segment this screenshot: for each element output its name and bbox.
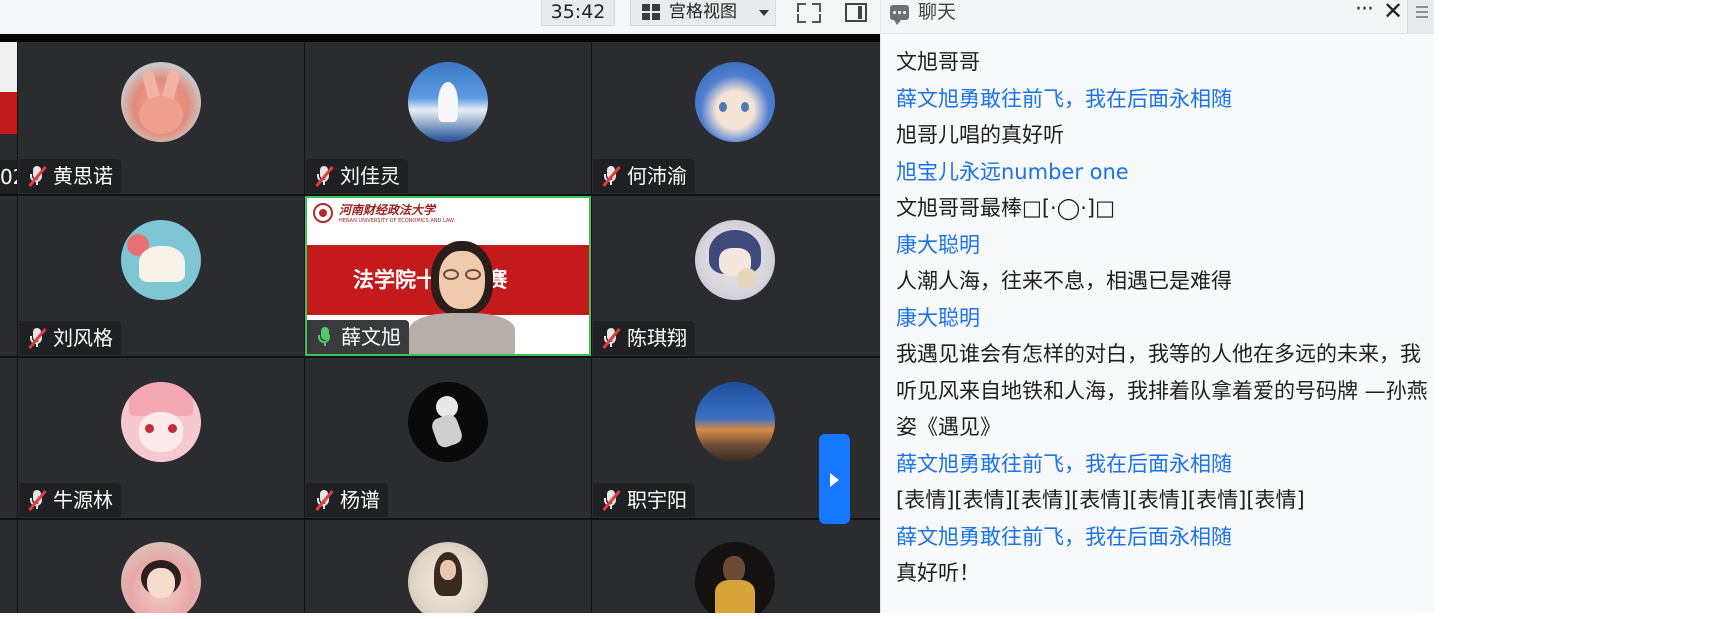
chat-header: 聊天 ··· ✕ (881, 0, 1435, 34)
view-mode-dropdown[interactable]: 宫格视图 (630, 0, 776, 26)
avatar (121, 220, 201, 300)
participant-name: 杨谱 (340, 488, 380, 512)
avatar (408, 62, 488, 142)
chat-message: 薛文旭勇敢往前飞，我在后面永相随 (896, 524, 1232, 549)
avatar (408, 542, 488, 613)
grid-top-edge (0, 34, 880, 42)
avatar (695, 62, 775, 142)
chat-message: 人潮人海，往来不息，相遇已是难得 (896, 269, 1232, 293)
side-panel-toggle-icon[interactable] (845, 3, 867, 22)
participant-tile[interactable]: 牛源林 (18, 358, 304, 518)
meeting-toolbar: 35:42 宫格视图 (0, 0, 880, 35)
mic-muted-icon (315, 165, 334, 188)
chat-message: 我遇见谁会有怎样的对白，我等的人他在多远的未来，我 (896, 342, 1421, 366)
speaker-video (407, 241, 517, 354)
menu-icon[interactable] (1407, 0, 1435, 33)
chat-message: 旭宝儿永远number one (896, 159, 1129, 184)
participant-name-tag: 何沛渝 (593, 159, 695, 193)
participant-name-tag: 刘风格 (19, 321, 121, 355)
chat-message: 旭哥儿唱的真好听 (896, 123, 1064, 147)
participant-name-tag: 陈琪翔 (593, 321, 695, 355)
mic-muted-icon (28, 165, 47, 188)
chat-message: 真好听！ (896, 561, 980, 585)
mic-muted-icon (602, 327, 621, 350)
mic-muted-icon (28, 489, 47, 512)
participant-name: 职宇阳 (627, 488, 687, 512)
chat-message: 薛文旭勇敢往前飞，我在后面永相随 (896, 86, 1232, 111)
chat-panel: 聊天 ··· ✕ 文旭哥哥 薛文旭勇敢往前飞，我在后面永相随 旭哥儿唱的真好听 … (880, 0, 1435, 613)
chat-message: 薛文旭勇敢往前飞，我在后面永相随 (896, 451, 1232, 476)
chat-message: 康大聪明 (896, 232, 980, 257)
chat-message: 听见风来自地铁和人海，我排着队拿着爱的号码牌 —孙燕 (896, 378, 1428, 403)
avatar (121, 382, 201, 462)
view-mode-label: 宫格视图 (669, 2, 737, 22)
avatar (695, 220, 775, 300)
chat-messages: 文旭哥哥 薛文旭勇敢往前飞，我在后面永相随 旭哥儿唱的真好听 旭宝儿永远numb… (896, 44, 1433, 592)
chat-message: 文旭哥哥最棒□[·◯·]□ (896, 196, 1115, 220)
partial-tile[interactable] (0, 520, 17, 613)
empty-area (1434, 0, 1730, 619)
chat-message: 康大聪明 (896, 305, 980, 330)
partial-tile-label: 02 (0, 160, 17, 194)
participant-name: 何沛渝 (627, 164, 687, 188)
chat-title: 聊天 (918, 1, 957, 23)
participant-tile[interactable]: 何沛渝 (592, 42, 880, 194)
bottom-margin (0, 613, 1434, 619)
close-icon[interactable]: ✕ (1383, 0, 1403, 23)
mic-muted-icon (28, 327, 47, 350)
university-logo-icon (313, 203, 333, 223)
chat-message: 姿《遇见》 (896, 415, 1001, 439)
participant-name-tag: 杨谱 (306, 483, 388, 517)
chat-message: 文旭哥哥 (896, 50, 980, 74)
participant-name: 刘风格 (53, 326, 113, 350)
participant-name: 刘佳灵 (340, 164, 400, 188)
partial-tile[interactable]: 02 (0, 42, 17, 194)
participant-name: 牛源林 (53, 488, 113, 512)
chat-bubble-icon (890, 5, 909, 25)
next-page-button[interactable] (819, 434, 850, 524)
participant-name-tag: 牛源林 (19, 483, 121, 517)
mic-muted-icon (602, 165, 621, 188)
active-speaker-tile[interactable]: 河南财经政法大学 HENAN UNIVERSITY OF ECONOMICS A… (305, 196, 591, 356)
school-name: 河南财经政法大学 (339, 203, 436, 217)
participant-tile[interactable]: 陈琪翔 (592, 196, 880, 356)
mic-on-icon (316, 327, 334, 347)
participant-tile[interactable] (305, 520, 591, 613)
chevron-down-icon (759, 10, 769, 16)
fullscreen-icon[interactable] (797, 3, 821, 23)
participant-name: 黄思诺 (53, 164, 113, 188)
mic-muted-icon (602, 489, 621, 512)
avatar (695, 542, 775, 613)
more-options-icon[interactable]: ··· (1355, 0, 1374, 21)
partial-tile[interactable] (0, 358, 17, 518)
participant-name-tag: 职宇阳 (593, 483, 695, 517)
avatar (121, 542, 201, 613)
participant-name-tag: 薛文旭 (307, 320, 409, 354)
participant-tile[interactable] (592, 520, 880, 613)
mic-muted-icon (315, 489, 334, 512)
participant-name-tag: 刘佳灵 (306, 159, 408, 193)
avatar (408, 382, 488, 462)
participant-tile[interactable]: 黄思诺 (18, 42, 304, 194)
chat-message: [表情][表情][表情][表情][表情][表情][表情] (896, 488, 1305, 512)
video-grid: 02 黄思诺 刘佳灵 何沛渝 (0, 34, 880, 613)
meeting-timer: 35:42 (541, 0, 615, 26)
participant-name-tag: 黄思诺 (19, 159, 121, 193)
partial-tile[interactable] (0, 196, 17, 356)
participant-tile[interactable]: 杨谱 (305, 358, 591, 518)
grid-view-icon (642, 4, 662, 22)
participant-tile[interactable]: 刘佳灵 (305, 42, 591, 194)
avatar (121, 62, 201, 142)
avatar (695, 382, 775, 462)
participant-name: 薛文旭 (341, 325, 401, 349)
participant-tile[interactable]: 刘风格 (18, 196, 304, 356)
participant-tile[interactable] (18, 520, 304, 613)
school-name-en: HENAN UNIVERSITY OF ECONOMICS AND LAW (339, 218, 454, 224)
participant-name: 陈琪翔 (627, 326, 687, 350)
